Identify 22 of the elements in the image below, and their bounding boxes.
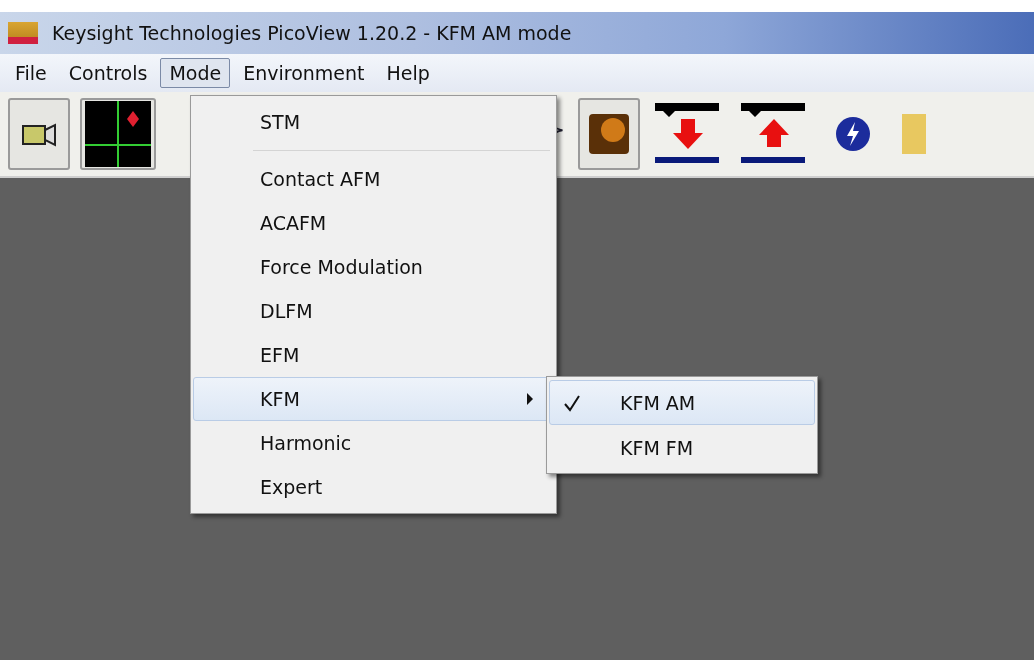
crosshair-icon (85, 101, 151, 167)
menu-item[interactable]: ACAFM (193, 201, 554, 245)
menu-item[interactable]: Contact AFM (193, 157, 554, 201)
lightning-icon (835, 116, 871, 152)
menu-item[interactable]: STM (193, 100, 554, 144)
menu-item[interactable]: EFM (193, 333, 554, 377)
toolbar-button[interactable] (8, 98, 70, 170)
app-icon (8, 22, 38, 44)
menu-item[interactable]: Force Modulation (193, 245, 554, 289)
checkmark-icon (563, 393, 581, 412)
menu-title[interactable]: File (6, 58, 56, 88)
menu-title[interactable]: Help (377, 58, 439, 88)
toolbar-button[interactable] (578, 98, 640, 170)
menu-title[interactable]: Environment (234, 58, 374, 88)
menu-title[interactable]: Controls (59, 58, 157, 88)
menu-item[interactable]: KFM AM (549, 380, 815, 425)
window-title: Keysight Technologies PicoView 1.20.2 - KFM AM mode (52, 22, 572, 44)
menu-item[interactable]: DLFM (193, 289, 554, 333)
toolbar-button[interactable] (80, 98, 156, 170)
menu-title[interactable]: Mode (160, 58, 231, 88)
submenu-arrow-icon (527, 393, 533, 405)
scan-image-icon (587, 112, 631, 156)
